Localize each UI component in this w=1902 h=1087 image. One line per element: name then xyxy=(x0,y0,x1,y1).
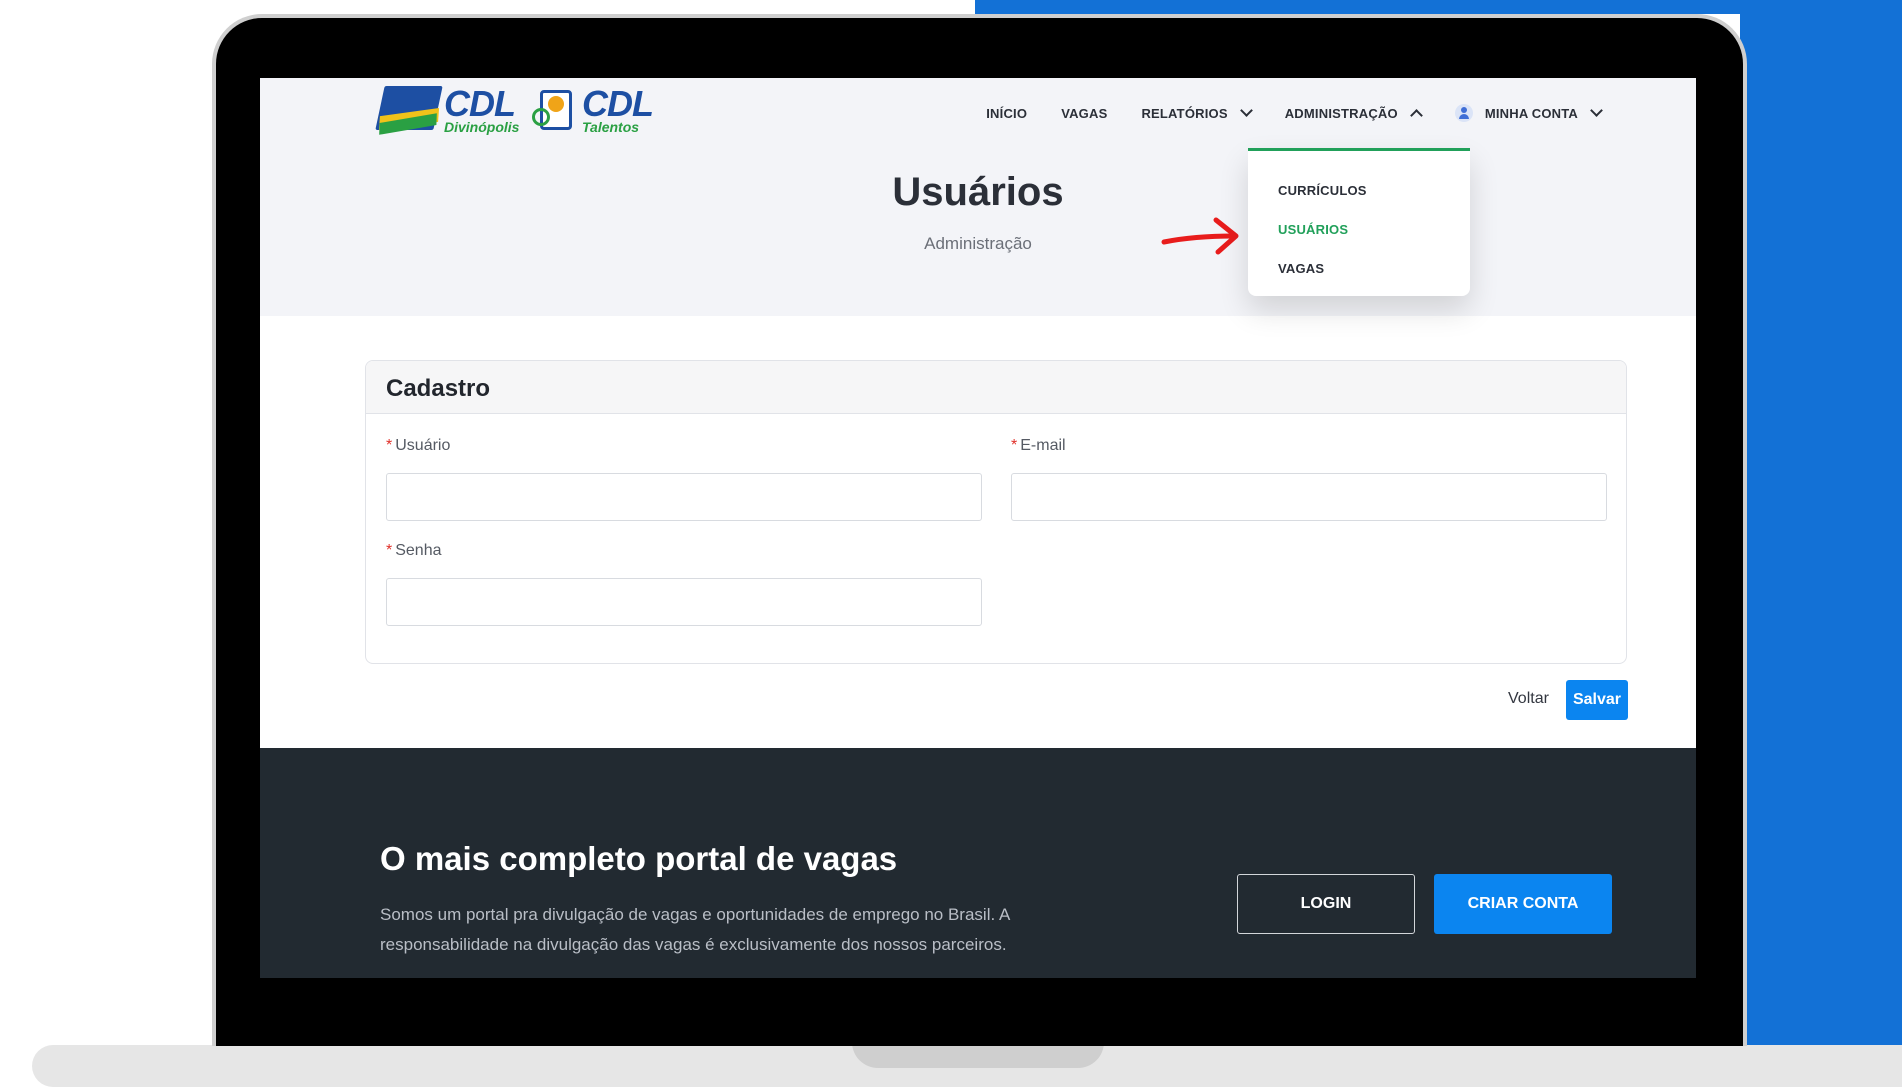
footer: O mais completo portal de vagas Somos um… xyxy=(260,748,1696,978)
usuario-input[interactable] xyxy=(386,473,982,521)
required-mark: * xyxy=(1011,437,1018,454)
nav-label: VAGAS xyxy=(1061,105,1108,121)
login-button[interactable]: LOGIN xyxy=(1237,874,1415,934)
nav-relatorios[interactable]: RELATÓRIOS xyxy=(1141,104,1253,121)
browser-screen: CDL Divinópolis CDL Talentos INÍCIO VAGA… xyxy=(260,78,1696,978)
logo-name: CDL xyxy=(444,83,516,124)
administracao-dropdown: CURRÍCULOS USUÁRIOS VAGAS xyxy=(1248,148,1470,296)
page-subtitle: Administração xyxy=(924,234,1032,253)
footer-text: Somos um portal pra divulgação de vagas … xyxy=(380,905,1010,954)
email-input[interactable] xyxy=(1011,473,1607,521)
chevron-down-icon xyxy=(1590,104,1603,117)
create-account-button[interactable]: CRIAR CONTA xyxy=(1434,874,1612,934)
logo-cdl-divinopolis[interactable]: CDL Divinópolis xyxy=(375,83,520,135)
senha-label: * Senha xyxy=(386,542,442,560)
user-icon xyxy=(1454,104,1473,122)
chevron-down-icon xyxy=(1239,104,1253,117)
nav-label: RELATÓRIOS xyxy=(1141,105,1228,121)
email-label: * E-mail xyxy=(1011,437,1066,455)
nav-label: MINHA CONTA xyxy=(1484,105,1578,121)
backdrop-blue-right xyxy=(1740,0,1902,1047)
cdl-flag-icon xyxy=(375,86,443,135)
dropdown-item-curriculos[interactable]: CURRÍCULOS xyxy=(1278,183,1367,198)
nav-inicio[interactable]: INÍCIO xyxy=(986,106,1027,121)
logo-tagline: Divinópolis xyxy=(444,119,520,135)
nav-label: INÍCIO xyxy=(986,105,1028,121)
dropdown-item-vagas[interactable]: VAGAS xyxy=(1278,261,1324,276)
save-button[interactable]: Salvar xyxy=(1566,680,1628,720)
email-label-text: E-mail xyxy=(1020,437,1066,454)
usuario-label: * Usuário xyxy=(386,437,450,455)
footer-title: O mais completo portal de vagas xyxy=(380,840,898,877)
nav-vagas[interactable]: VAGAS xyxy=(1061,106,1107,121)
senha-input[interactable] xyxy=(386,578,982,626)
card-title: Cadastro xyxy=(366,361,1626,414)
required-mark: * xyxy=(386,542,393,559)
page-title: Usuários xyxy=(892,170,1064,214)
usuario-label-text: Usuário xyxy=(395,437,451,454)
voltar-link[interactable]: Voltar xyxy=(1508,690,1549,708)
nav-label: ADMINISTRAÇÃO xyxy=(1284,105,1398,121)
senha-label-text: Senha xyxy=(395,542,442,559)
main-nav: INÍCIO VAGAS RELATÓRIOS ADMINISTRAÇÃO MI… xyxy=(952,104,1603,122)
chevron-up-icon xyxy=(1409,108,1423,122)
resume-search-icon xyxy=(532,86,578,134)
logo-name: CDL xyxy=(582,83,654,124)
dropdown-item-usuarios[interactable]: USUÁRIOS xyxy=(1278,222,1348,237)
page-header: CDL Divinópolis CDL Talentos INÍCIO VAGA… xyxy=(260,78,1696,316)
nav-minha-conta[interactable]: MINHA CONTA xyxy=(1454,104,1603,122)
red-arrow-icon xyxy=(1161,217,1239,255)
required-mark: * xyxy=(386,437,393,454)
nav-administracao[interactable]: ADMINISTRAÇÃO xyxy=(1284,105,1423,122)
cadastro-card: Cadastro * Usuário * E-mail * Senha xyxy=(365,360,1627,664)
logo-cdl-talentos[interactable]: CDL Talentos xyxy=(532,83,654,134)
